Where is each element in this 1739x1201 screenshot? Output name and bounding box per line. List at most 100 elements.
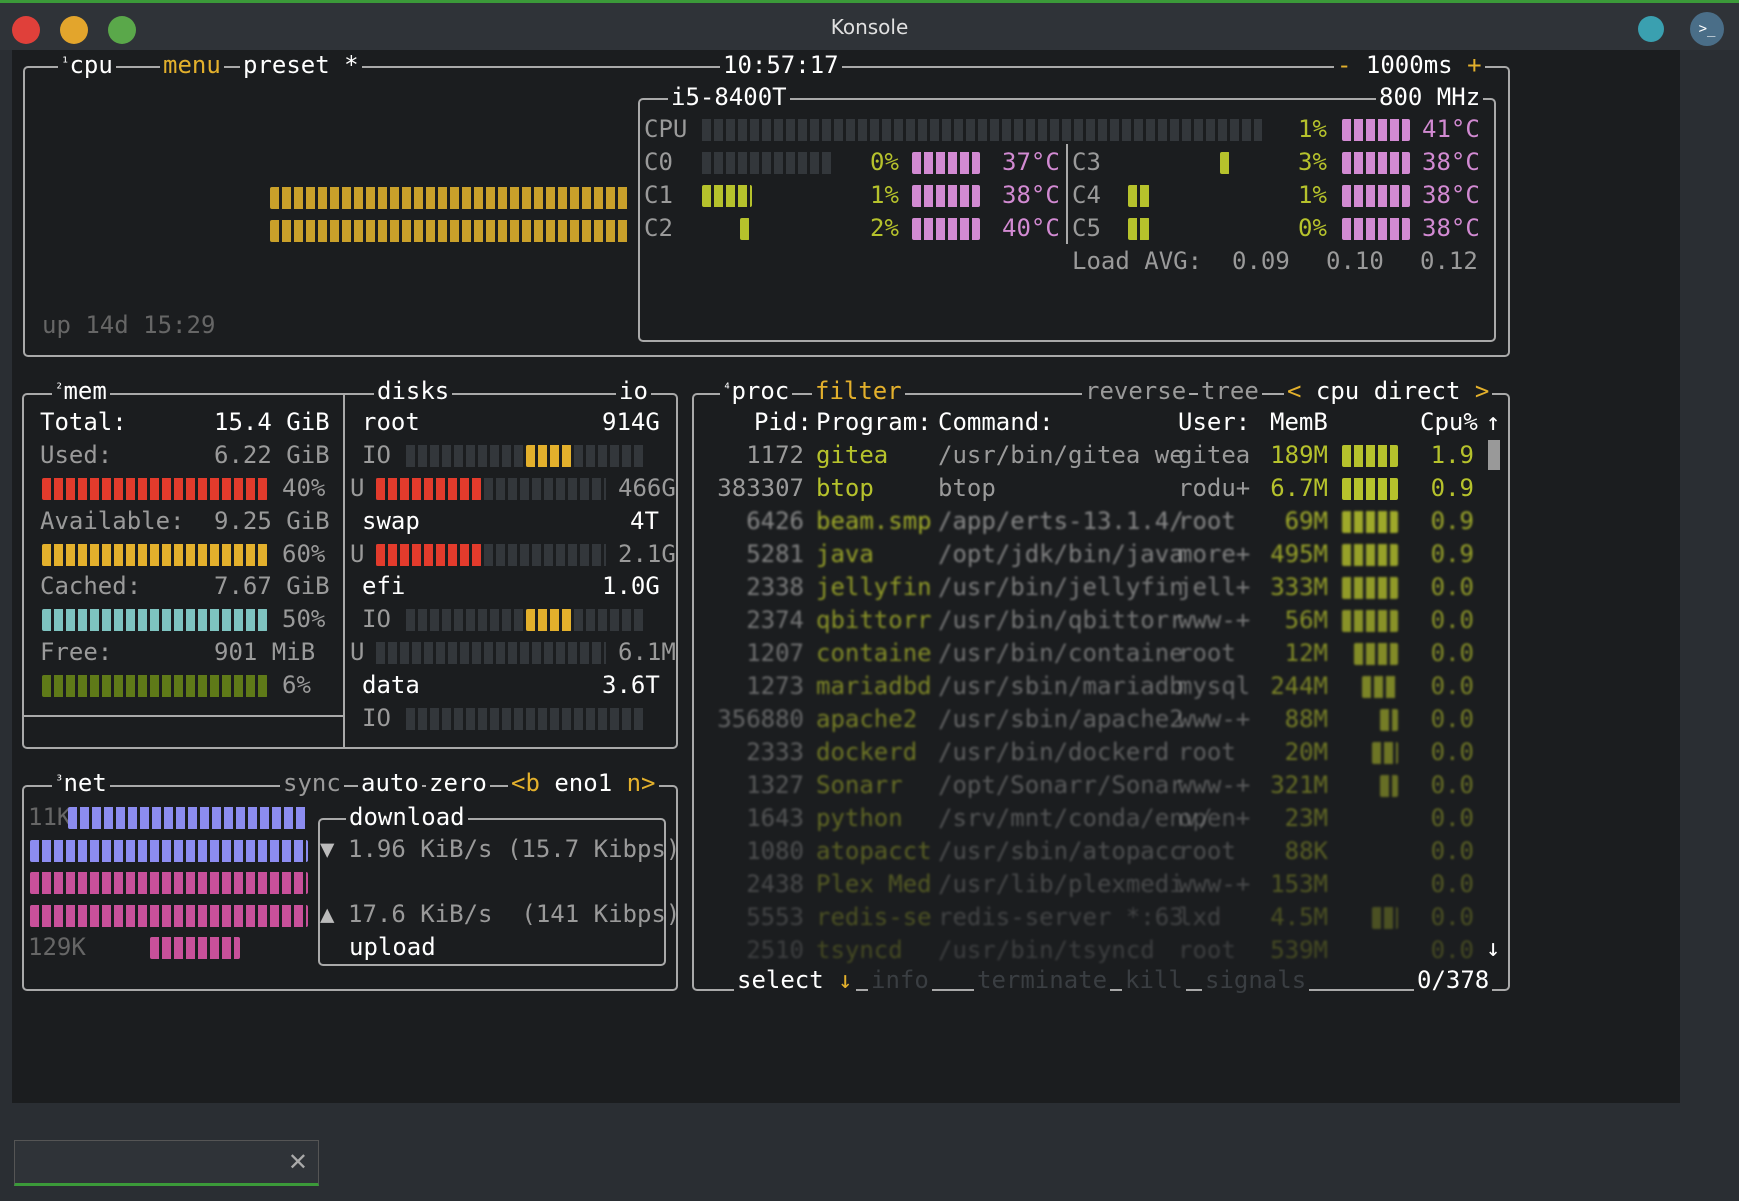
sync-toggle[interactable]: sync	[280, 768, 344, 798]
process-pid: 1327	[746, 771, 804, 799]
disk-io-label: IO	[362, 605, 391, 633]
col-cpu[interactable]: Cpu%	[1420, 407, 1478, 437]
window-scrollbar[interactable]	[1680, 50, 1739, 1103]
proc-scroll-thumb[interactable]	[1488, 440, 1500, 470]
cpu-graph-row	[270, 187, 630, 209]
process-pid: 5281	[746, 540, 804, 568]
process-cpu: 0.0	[1430, 936, 1474, 964]
core-temp-bar	[1342, 152, 1410, 174]
proc-box-title[interactable]: ⁴proc	[720, 376, 793, 406]
terminal-tab[interactable]: ✕	[14, 1140, 319, 1186]
cpu-total-bar	[702, 119, 1262, 141]
process-memory: 244M	[1270, 672, 1328, 700]
process-cpu: 0.0	[1430, 771, 1474, 799]
process-cpu: 0.9	[1430, 507, 1474, 535]
cpu-total-pct: 1%	[1298, 115, 1327, 143]
status-dot-icon	[1638, 16, 1664, 42]
process-program: beam.smp	[816, 507, 932, 535]
disk-io-bar	[406, 708, 646, 730]
disk-used-label: U	[350, 540, 365, 568]
mem-free-pct: 6%	[282, 671, 311, 699]
terminate-button[interactable]: terminate	[974, 965, 1111, 995]
process-cpu: 0.0	[1430, 870, 1474, 898]
interval-control[interactable]: - 1000ms +	[1334, 50, 1485, 80]
scroll-down-icon[interactable]: ↓	[1486, 933, 1500, 963]
process-memory: 153M	[1270, 870, 1328, 898]
process-command: /usr/bin/dockerd	[938, 738, 1170, 766]
net-box-title[interactable]: ³net	[52, 768, 110, 798]
info-button[interactable]: info	[868, 965, 932, 995]
mem-disks-divider	[343, 393, 345, 749]
process-cpu: 0.0	[1430, 672, 1474, 700]
process-command: /usr/bin/qbittorr	[938, 606, 1184, 634]
zero-button[interactable]: zero	[426, 768, 490, 798]
process-memory: 321M	[1270, 771, 1328, 799]
select-button[interactable]: select ↓	[734, 965, 856, 995]
mem-box-title[interactable]: ²mem	[52, 376, 110, 406]
process-program: atopacct	[816, 837, 932, 865]
process-user: jell+	[1178, 573, 1251, 601]
col-program[interactable]: Program:	[816, 407, 932, 437]
process-pid: 1643	[746, 804, 804, 832]
load-avg-label: Load AVG:	[1072, 247, 1203, 275]
process-command: /usr/sbin/apache2	[938, 705, 1184, 733]
mem-available-label: Available:	[40, 507, 185, 535]
interface-selector[interactable]: <b eno1 n>	[508, 768, 659, 798]
net-graph-row	[30, 872, 308, 894]
auto-toggle[interactable]: auto	[358, 768, 422, 798]
terminal-icon[interactable]: >_	[1690, 12, 1724, 46]
process-count: 0/378	[1414, 965, 1493, 995]
process-user: root	[1178, 507, 1236, 535]
close-tab-icon[interactable]: ✕	[288, 1149, 308, 1175]
process-cpu-bar	[1380, 709, 1398, 731]
process-user: www-+	[1178, 606, 1251, 634]
io-toggle[interactable]: io	[616, 376, 651, 406]
signals-button[interactable]: signals	[1202, 965, 1310, 995]
process-memory: 88M	[1284, 705, 1328, 733]
process-pid: 383307	[717, 474, 804, 502]
core-label: C5	[1072, 214, 1101, 242]
process-command: /usr/sbin/atopacc	[938, 837, 1184, 865]
kill-button[interactable]: kill	[1122, 965, 1186, 995]
process-cpu: 0.0	[1430, 804, 1474, 832]
terminal-area: ¹cpu menu preset * 10:57:17 - 1000ms + i…	[12, 50, 1680, 1103]
core-temp: 40°C	[1002, 214, 1060, 242]
mem-available-value: 9.25 GiB	[214, 507, 330, 535]
process-user: www-+	[1178, 705, 1251, 733]
core-temp-bar	[1342, 218, 1410, 240]
mem-cached-label: Cached:	[40, 572, 142, 600]
col-memory[interactable]: MemB	[1270, 407, 1328, 437]
disk-used-label: U	[350, 474, 365, 502]
process-user: www-+	[1178, 771, 1251, 799]
mem-cached-bar	[42, 609, 268, 631]
core-pct: 1%	[1298, 181, 1327, 209]
menu-button[interactable]: menu	[160, 50, 224, 80]
filter-button[interactable]: filter	[812, 376, 905, 406]
process-memory: 20M	[1284, 738, 1328, 766]
sort-selector[interactable]: < cpu direct >	[1284, 376, 1493, 406]
core-divider	[1066, 144, 1068, 244]
col-command[interactable]: Command:	[938, 407, 1054, 437]
reverse-toggle[interactable]: reverse	[1082, 376, 1190, 406]
core-label: C1	[644, 181, 673, 209]
col-user[interactable]: User:	[1178, 407, 1250, 437]
process-user: rodu+	[1178, 474, 1251, 502]
process-cpu: 0.0	[1430, 903, 1474, 931]
scroll-up-icon[interactable]: ↑	[1486, 407, 1500, 437]
core-bar	[702, 152, 832, 174]
mem-used-bar	[42, 478, 268, 500]
process-program: jellyfin	[816, 573, 932, 601]
disks-box-title[interactable]: disks	[374, 376, 453, 406]
process-program: java	[816, 540, 874, 568]
process-cpu-bar	[1354, 643, 1398, 665]
col-pid[interactable]: Pid:	[754, 407, 812, 437]
process-command: /usr/lib/plexmedi	[938, 870, 1184, 898]
mem-cached-pct: 50%	[282, 605, 326, 633]
process-memory: 88K	[1284, 837, 1328, 865]
cpu-box-title[interactable]: ¹cpu	[58, 50, 116, 80]
process-cpu-bar	[1342, 511, 1398, 533]
uptime: up 14d 15:29	[42, 311, 216, 339]
disk-used-bar	[376, 544, 482, 566]
tree-toggle[interactable]: tree	[1198, 376, 1262, 406]
preset-button[interactable]: preset *	[240, 50, 362, 80]
